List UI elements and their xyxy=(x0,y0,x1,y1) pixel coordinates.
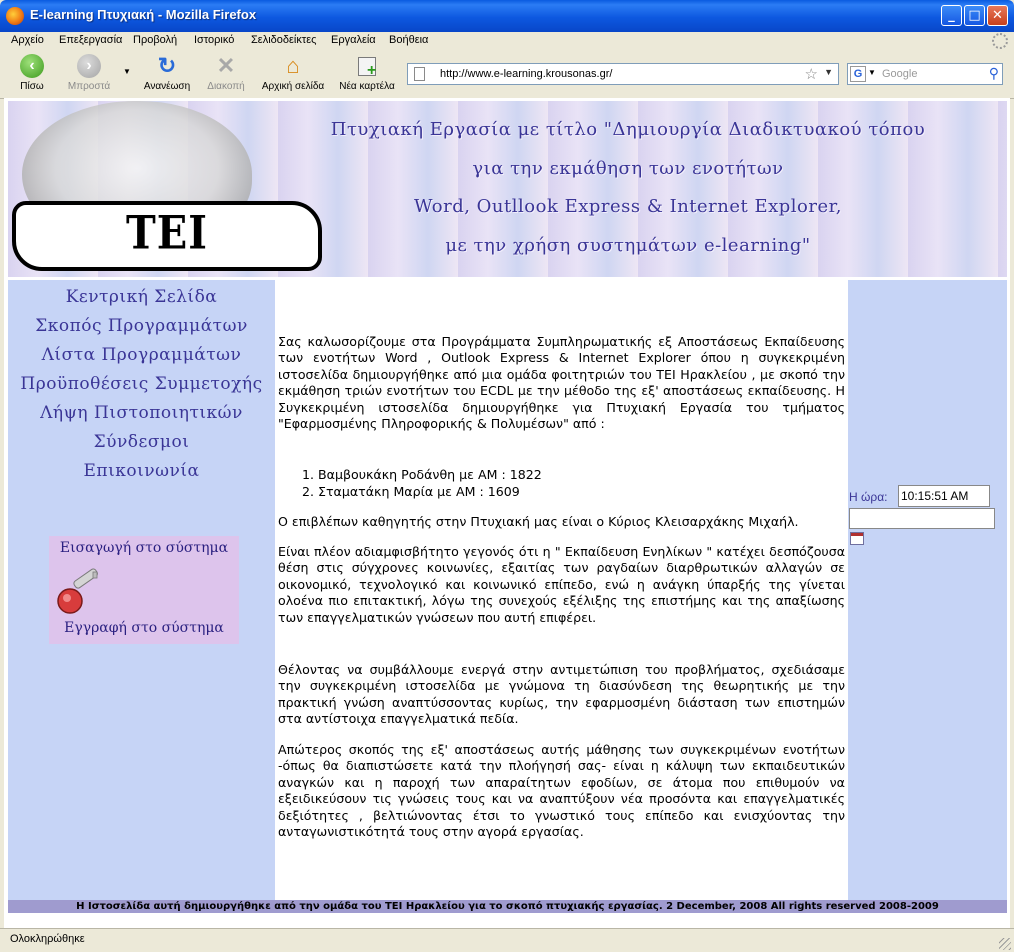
list-item: Σταματάκη Μαρία με ΑΜ : 1609 xyxy=(318,483,838,500)
left-sidebar: Κεντρική Σελίδα Σκοπός Προγραμμάτων Λίστ… xyxy=(8,280,275,900)
new-tab-button[interactable]: + Νέα καρτέλα xyxy=(335,54,399,92)
activity-throbber-icon xyxy=(992,33,1008,49)
firefox-icon xyxy=(6,7,24,25)
minimize-button[interactable]: _ xyxy=(941,5,962,26)
calendar-icon[interactable] xyxy=(850,532,864,545)
bookmark-star-icon[interactable]: ☆ xyxy=(805,65,818,83)
title-bar: E-learning Πτυχιακή - Mozilla Firefox _ … xyxy=(0,0,1014,32)
authors-list: Βαμβουκάκη Ροδάνθη με ΑΜ : 1822 Σταματάκ… xyxy=(278,466,838,500)
new-tab-icon: + xyxy=(355,54,379,79)
history-dropdown-icon[interactable]: ▼ xyxy=(121,67,133,76)
forward-label: Μπροστά xyxy=(67,81,111,92)
reload-button[interactable]: ↻ Ανανέωση xyxy=(140,53,194,93)
maximize-button[interactable]: □ xyxy=(964,5,985,26)
menu-file[interactable]: Αρχείο xyxy=(11,34,44,46)
banner-line-2: για την εκμάθηση των ενοτήτων xyxy=(472,158,784,179)
menu-bookmarks[interactable]: Σελιδοδείκτες xyxy=(251,34,316,46)
menu-view[interactable]: Προβολή xyxy=(133,34,177,46)
banner-line-4: με την χρήση συστημάτων e-learning" xyxy=(445,235,811,256)
header-banner: ΤΕΙ ΗΡΑΚΛΕΙΟΥ Πτυχιακή Εργασία με τίτλο … xyxy=(8,101,1007,336)
paragraph-ultimate-goal: Απώτερος σκοπός της εξ' αποστάσεως αυτής… xyxy=(278,742,845,840)
menu-edit[interactable]: Επεξεργασία xyxy=(59,34,122,46)
home-button[interactable]: ⌂ Αρχική σελίδα xyxy=(257,53,329,93)
back-button[interactable]: ‹ Πίσω xyxy=(15,54,49,92)
tei-logo: ΤΕΙ ΗΡΑΚΛΕΙΟΥ xyxy=(8,101,330,336)
menu-bar: Αρχείο Επεξεργασία Προβολή Ιστορικό Σελι… xyxy=(0,32,1014,51)
engine-dropdown-icon[interactable]: ▼ xyxy=(868,68,876,77)
nav-prerequisites[interactable]: Προϋποθέσεις Συμμετοχής xyxy=(8,374,275,394)
search-placeholder: Google xyxy=(882,68,918,80)
main-content: Σας καλωσορίζουμε στα Προγράμματα Συμπλη… xyxy=(275,280,852,900)
navigation-toolbar: ‹ Πίσω › Μπροστά ▼ ↻ Ανανέωση ✕ Διακοπή … xyxy=(0,51,1014,99)
paragraph-contribution: Θέλοντας να συμβάλλουμε ενεργά στην αντι… xyxy=(278,662,845,727)
address-bar[interactable]: http://www.e-learning.krousonas.gr/ ☆ ▼ xyxy=(407,63,839,85)
forward-arrow-icon: › xyxy=(77,54,101,78)
login-link[interactable]: Εισαγωγή στο σύστημα xyxy=(49,540,239,556)
banner-line-3: Word, Outllook Express & Internet Explor… xyxy=(413,196,842,217)
google-engine-icon[interactable]: G xyxy=(850,66,866,82)
date-field[interactable] xyxy=(849,508,995,529)
time-field[interactable]: 10:15:51 AM xyxy=(898,485,990,507)
page-icon xyxy=(414,67,425,81)
nav-links[interactable]: Σύνδεσμοι xyxy=(8,432,275,452)
address-dropdown-icon[interactable]: ▼ xyxy=(824,67,833,77)
menu-history[interactable]: Ιστορικό xyxy=(194,34,234,46)
stop-button[interactable]: ✕ Διακοπή xyxy=(203,53,249,93)
supervisor-paragraph: Ο επιβλέπων καθηγητής στην Πτυχιακή μας … xyxy=(278,514,799,529)
intro-paragraph: Σας καλωσορίζουμε στα Προγράμματα Συμπλη… xyxy=(278,334,845,432)
list-item: Βαμβουκάκη Ροδάνθη με ΑΜ : 1822 xyxy=(318,466,838,483)
reload-label: Ανανέωση xyxy=(143,81,191,92)
status-text: Ολοκληρώθηκε xyxy=(10,933,85,945)
menu-help[interactable]: Βοήθεια xyxy=(389,34,428,46)
nav-programs-purpose[interactable]: Σκοπός Προγραμμάτων xyxy=(8,316,275,336)
forward-button[interactable]: › Μπροστά xyxy=(62,54,116,92)
time-label: Η ώρα: xyxy=(849,490,888,504)
resize-grip-icon[interactable] xyxy=(999,938,1011,950)
search-icon[interactable]: ⚲ xyxy=(989,65,999,82)
nav-programs-list[interactable]: Λίστα Προγραμμάτων xyxy=(8,345,275,365)
menu-tools[interactable]: Εργαλεία xyxy=(331,34,376,46)
nav-certificates[interactable]: Λήψη Πιστοποιητικών xyxy=(8,403,275,423)
page-viewport: ΤΕΙ ΗΡΑΚΛΕΙΟΥ Πτυχιακή Εργασία με τίτλο … xyxy=(4,98,1010,928)
status-bar: Ολοκληρώθηκε xyxy=(0,928,1014,952)
back-label: Πίσω xyxy=(20,81,44,92)
stop-label: Διακοπή xyxy=(207,81,245,92)
logo-text: ΤΕΙ ΗΡΑΚΛΕΙΟΥ xyxy=(24,206,309,336)
address-url: http://www.e-learning.krousonas.gr/ xyxy=(440,68,613,80)
key-icon xyxy=(57,568,98,614)
home-icon: ⌂ xyxy=(286,53,300,78)
login-box: Εισαγωγή στο σύστημα Εγγραφή στο σύστημα xyxy=(49,536,239,644)
paragraph-adult-education: Είναι πλέον αδιαμφισβήτητο γεγονός ότι η… xyxy=(278,544,845,625)
back-arrow-icon: ‹ xyxy=(20,54,44,78)
close-button[interactable]: ✕ xyxy=(987,5,1008,26)
right-sidebar: Η ώρα: 10:15:51 AM xyxy=(848,280,1007,900)
reload-icon: ↻ xyxy=(157,53,177,78)
page-footer: Η Ιστοσελίδα αυτή δημιουργήθηκε από την … xyxy=(8,900,1007,913)
search-bar[interactable]: G ▼ Google ⚲ xyxy=(847,63,1003,85)
banner-line-1: Πτυχιακή Εργασία με τίτλο "Δημιουργία Δι… xyxy=(330,119,926,140)
window-title: E-learning Πτυχιακή - Mozilla Firefox xyxy=(30,7,257,22)
stop-icon: ✕ xyxy=(216,53,236,78)
home-label: Αρχική σελίδα xyxy=(261,81,325,92)
register-link[interactable]: Εγγραφή στο σύστημα xyxy=(49,620,239,636)
nav-contact[interactable]: Επικοινωνία xyxy=(8,461,275,481)
new-tab-label: Νέα καρτέλα xyxy=(339,81,395,92)
nav-home[interactable]: Κεντρική Σελίδα xyxy=(8,287,275,307)
